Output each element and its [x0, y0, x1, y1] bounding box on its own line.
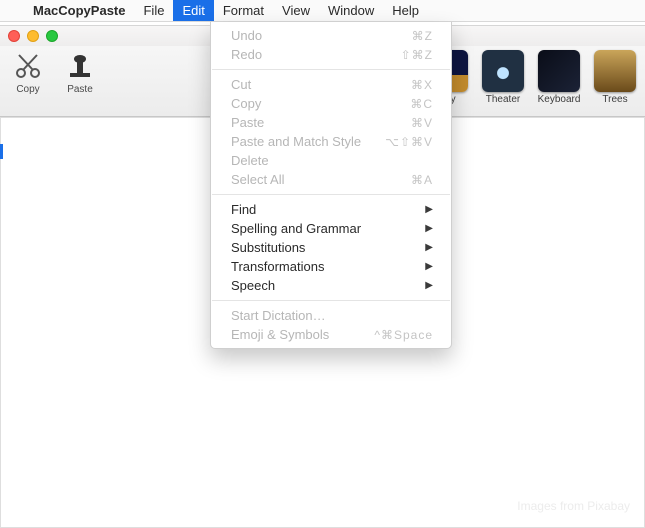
thumbnail-image: [538, 50, 580, 92]
menuitem-redo: Redo ⇧⌘Z: [211, 45, 451, 64]
menu-edit[interactable]: Edit: [173, 0, 213, 21]
toolbar-label: Copy: [16, 84, 39, 95]
thumbnail-label: Trees: [602, 94, 627, 105]
menuitem-delete: Delete: [211, 151, 451, 170]
stamp-icon: [64, 50, 96, 82]
menuitem-undo: Undo ⌘Z: [211, 26, 451, 45]
menu-separator: [212, 69, 450, 70]
menuitem-label: Undo: [231, 28, 262, 43]
menuitem-speech[interactable]: Speech ▶: [211, 276, 451, 295]
menuitem-label: Substitutions: [231, 240, 305, 255]
scissors-icon: [12, 50, 44, 82]
menu-format[interactable]: Format: [214, 0, 273, 21]
menu-help[interactable]: Help: [383, 0, 428, 21]
submenu-arrow-icon: ▶: [425, 242, 433, 253]
menuitem-shortcut: ⌘A: [411, 173, 433, 187]
thumbnail-image: [594, 50, 636, 92]
submenu-arrow-icon: ▶: [425, 223, 433, 234]
menu-view[interactable]: View: [273, 0, 319, 21]
menuitem-emoji-symbols: Emoji & Symbols ^⌘Space: [211, 325, 451, 344]
menuitem-label: Delete: [231, 153, 269, 168]
menu-window[interactable]: Window: [319, 0, 383, 21]
menuitem-label: Redo: [231, 47, 262, 62]
app-menu[interactable]: MacCopyPaste: [24, 0, 134, 21]
menuitem-shortcut: ⌘Z: [412, 29, 433, 43]
paste-button[interactable]: Paste: [60, 50, 100, 114]
thumbnail-image: [482, 50, 524, 92]
menuitem-paste: Paste ⌘V: [211, 113, 451, 132]
window-close-button[interactable]: [8, 30, 20, 42]
menuitem-label: Transformations: [231, 259, 324, 274]
menuitem-label: Emoji & Symbols: [231, 327, 329, 342]
menu-separator: [212, 300, 450, 301]
submenu-arrow-icon: ▶: [425, 204, 433, 215]
menuitem-label: Paste: [231, 115, 264, 130]
menuitem-label: Paste and Match Style: [231, 134, 361, 149]
menuitem-label: Spelling and Grammar: [231, 221, 361, 236]
menuitem-label: Select All: [231, 172, 284, 187]
menuitem-label: Start Dictation…: [231, 308, 326, 323]
menuitem-find[interactable]: Find ▶: [211, 200, 451, 219]
edit-menu-dropdown: Undo ⌘Z Redo ⇧⌘Z Cut ⌘X Copy ⌘C Paste ⌘V Paste and…: [210, 22, 452, 349]
copy-button[interactable]: Copy: [8, 50, 48, 114]
window-zoom-button[interactable]: [46, 30, 58, 42]
menuitem-shortcut: ⌘C: [410, 97, 433, 111]
menuitem-shortcut: ⇧⌘Z: [401, 48, 433, 62]
system-menubar: MacCopyPaste FileEditFormatViewWindowHel…: [0, 0, 645, 22]
window-minimize-button[interactable]: [27, 30, 39, 42]
image-credit: Images from Pixabay: [517, 499, 630, 513]
menuitem-select-all: Select All ⌘A: [211, 170, 451, 189]
selection-indicator: [0, 144, 3, 159]
menuitem-label: Cut: [231, 77, 251, 92]
menu-separator: [212, 194, 450, 195]
thumbnail-label: Theater: [486, 94, 520, 105]
thumb-keyboard[interactable]: Keyboard: [537, 50, 581, 114]
thumb-theater[interactable]: Theater: [481, 50, 525, 114]
menuitem-shortcut: ⌘V: [411, 116, 433, 130]
menuitem-copy: Copy ⌘C: [211, 94, 451, 113]
menuitem-label: Copy: [231, 96, 261, 111]
menuitem-shortcut: ^⌘Space: [374, 328, 433, 342]
menuitem-start-dictation: Start Dictation…: [211, 306, 451, 325]
submenu-arrow-icon: ▶: [425, 261, 433, 272]
menuitem-cut: Cut ⌘X: [211, 75, 451, 94]
menuitem-label: Find: [231, 202, 256, 217]
menuitem-shortcut: ⌘X: [411, 78, 433, 92]
toolbar-label: Paste: [67, 84, 93, 95]
menuitem-label: Speech: [231, 278, 275, 293]
thumbnail-label: Keyboard: [538, 94, 581, 105]
menuitem-substitutions[interactable]: Substitutions ▶: [211, 238, 451, 257]
menu-file[interactable]: File: [134, 0, 173, 21]
thumb-trees[interactable]: Trees: [593, 50, 637, 114]
submenu-arrow-icon: ▶: [425, 280, 433, 291]
menuitem-spelling-and-grammar[interactable]: Spelling and Grammar ▶: [211, 219, 451, 238]
menuitem-transformations[interactable]: Transformations ▶: [211, 257, 451, 276]
menuitem-paste-and-match-style: Paste and Match Style ⌥⇧⌘V: [211, 132, 451, 151]
menuitem-shortcut: ⌥⇧⌘V: [385, 135, 433, 149]
